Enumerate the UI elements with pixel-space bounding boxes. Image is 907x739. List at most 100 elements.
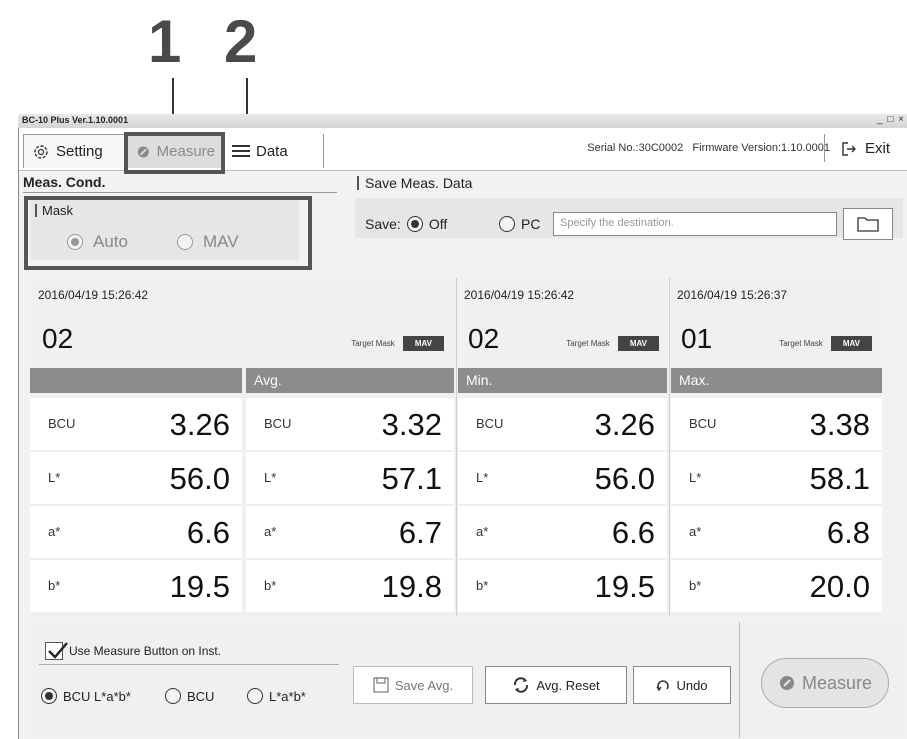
target-mask: Target Mask MAV <box>566 336 659 351</box>
save-pc-radio[interactable] <box>499 216 515 232</box>
results-area: 2016/04/19 15:26:42 02 Target Mask MAV 2… <box>30 278 903 616</box>
value-number: 6.8 <box>826 515 870 550</box>
value-label: L* <box>476 470 489 485</box>
target-mask-label: Target Mask <box>779 339 823 348</box>
save-option-pc[interactable]: PC <box>499 216 540 232</box>
tab-data-label: Data <box>256 142 288 160</box>
target-mask-badge: MAV <box>830 336 872 351</box>
mode-lab[interactable]: L*a*b* <box>247 688 306 704</box>
exit-button[interactable]: Exit <box>841 140 890 157</box>
value-cell: BCU 3.38 <box>671 398 882 450</box>
value-label: a* <box>48 524 61 539</box>
column-header-min: Min. <box>458 368 667 393</box>
value-cell: b* 19.8 <box>246 560 454 612</box>
save-off-radio[interactable] <box>406 216 423 232</box>
value-cell: BCU 3.32 <box>246 398 454 450</box>
measure-button[interactable]: Measure <box>761 658 889 708</box>
timestamp: 2016/04/19 15:26:42 <box>464 288 575 302</box>
timestamp: 2016/04/19 15:26:37 <box>677 288 788 302</box>
mode-lab-label: L*a*b* <box>269 688 306 704</box>
window-titlebar: BC-10 Plus Ver.1.10.0001 _ □ × <box>18 114 907 129</box>
measurement-number: 02 <box>42 323 74 354</box>
measurement-number: 01 <box>681 323 713 354</box>
use-measure-button-option[interactable]: Use Measure Button on Inst. <box>45 642 221 660</box>
exit-label: Exit <box>865 140 891 157</box>
value-cell: b* 19.5 <box>458 560 667 612</box>
value-number: 20.0 <box>809 569 870 604</box>
window-title: BC-10 Plus Ver.1.10.0001 <box>22 115 129 125</box>
value-number: 3.32 <box>381 407 442 442</box>
value-cell: L* 56.0 <box>30 452 242 504</box>
list-icon <box>232 145 250 157</box>
value-number: 57.1 <box>381 461 442 496</box>
value-number: 3.38 <box>809 407 870 442</box>
value-label: BCU <box>476 416 504 431</box>
value-label: BCU <box>689 416 717 431</box>
value-label: L* <box>264 470 277 485</box>
avg-reset-button[interactable]: Avg. Reset <box>485 666 627 704</box>
value-cell: b* 20.0 <box>671 560 882 612</box>
meas-cond-divider <box>23 192 337 193</box>
target-mask-label: Target Mask <box>566 339 610 348</box>
mode-lab-radio[interactable] <box>247 688 263 704</box>
firmware-version: Firmware Version:1.10.0001 <box>692 142 830 154</box>
checkmark-icon <box>48 642 68 659</box>
column-header-max: Max. <box>671 368 882 393</box>
undo-icon <box>656 680 670 692</box>
tab-setting[interactable]: Setting <box>23 134 127 168</box>
refresh-icon <box>514 677 529 693</box>
value-cell: L* 56.0 <box>458 452 667 504</box>
use-measure-button-checkbox[interactable] <box>45 642 68 660</box>
serial-number: Serial No.:30C0002 <box>587 142 684 154</box>
bottom-divider <box>739 622 740 738</box>
mode-bcu-label: BCU <box>187 688 215 704</box>
column-divider <box>456 278 457 616</box>
value-label: b* <box>476 578 489 593</box>
value-label: L* <box>689 470 702 485</box>
value-label: b* <box>264 578 277 593</box>
value-cell: a* 6.6 <box>458 506 667 558</box>
meas-cond-title: Meas. Cond. <box>23 174 106 190</box>
value-number: 56.0 <box>169 461 230 496</box>
callout-box-mask-panel <box>24 196 312 270</box>
value-number: 6.7 <box>398 515 442 550</box>
save-avg-label: Save Avg. <box>394 677 454 693</box>
use-measure-button-label: Use Measure Button on Inst. <box>69 644 222 658</box>
folder-icon <box>857 217 879 232</box>
callout-number-1: 1 <box>148 8 182 75</box>
value-label: BCU <box>264 416 292 431</box>
option-divider <box>39 664 339 665</box>
target-mask: Target Mask MAV <box>779 336 872 351</box>
value-number: 19.8 <box>381 569 442 604</box>
target-mask-badge: MAV <box>402 336 444 351</box>
avg-reset-label: Avg. Reset <box>536 677 600 693</box>
undo-button[interactable]: Undo <box>633 666 731 704</box>
save-pc-label: PC <box>521 216 541 232</box>
value-cell: a* 6.7 <box>246 506 454 558</box>
undo-label: Undo <box>676 677 708 693</box>
window-controls[interactable]: _ □ × <box>877 114 905 125</box>
save-avg-button[interactable]: Save Avg. <box>353 666 473 704</box>
value-cell: a* 6.6 <box>30 506 242 558</box>
tab-setting-label: Setting <box>56 143 103 160</box>
column-divider <box>669 278 670 616</box>
browse-folder-button[interactable] <box>843 208 893 240</box>
target-mask-badge: MAV <box>617 336 659 351</box>
measure-icon <box>779 676 794 690</box>
callout-number-2: 2 <box>224 8 258 75</box>
tab-data[interactable]: Data <box>224 134 324 168</box>
destination-input[interactable]: Specify the destination. <box>553 212 837 236</box>
value-number: 3.26 <box>594 407 655 442</box>
save-option-off[interactable]: Save: Off <box>365 216 447 232</box>
value-cell: a* 6.8 <box>671 506 882 558</box>
mode-bcu[interactable]: BCU <box>165 688 214 704</box>
save-icon <box>373 677 389 693</box>
exit-icon <box>842 141 856 156</box>
value-label: BCU <box>48 416 76 431</box>
mode-bcu-radio[interactable] <box>165 688 181 704</box>
mode-bcu-lab-radio[interactable] <box>41 688 57 704</box>
value-cell: b* 19.5 <box>30 560 242 612</box>
mode-bcu-lab[interactable]: BCU L*a*b* <box>41 688 131 704</box>
value-number: 6.6 <box>611 515 655 550</box>
value-number: 19.5 <box>594 569 655 604</box>
